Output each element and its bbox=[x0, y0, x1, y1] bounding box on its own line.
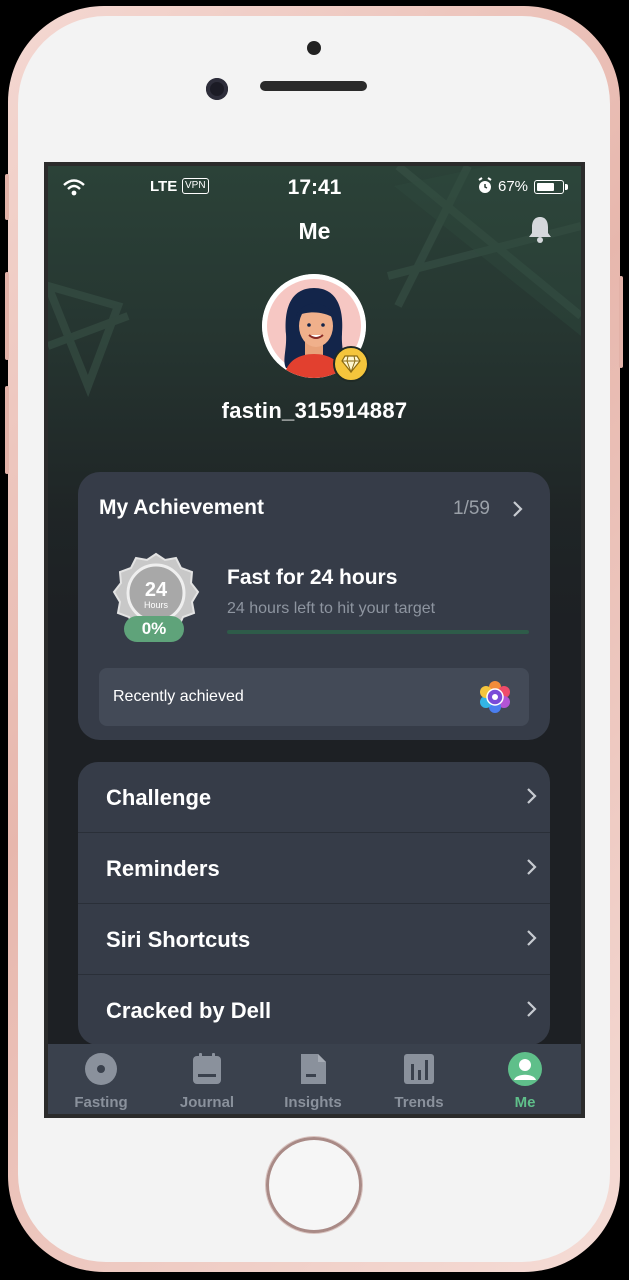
recently-achieved-row[interactable]: Recently achieved bbox=[99, 668, 529, 726]
medal-number: 24 bbox=[145, 579, 168, 601]
volume-down-button bbox=[5, 386, 9, 474]
settings-menu: Challenge Reminders Siri Shortcuts Crack… bbox=[78, 762, 550, 1045]
trends-icon bbox=[404, 1054, 434, 1084]
achievement-card[interactable]: My Achievement 1/59 24 Hours 0% Fast for… bbox=[78, 472, 550, 740]
me-icon bbox=[508, 1052, 542, 1086]
battery-percent: 67% bbox=[498, 178, 529, 195]
tab-label: Me bbox=[514, 1094, 536, 1111]
username: fastin_315914887 bbox=[221, 398, 408, 423]
volume-up-button bbox=[5, 272, 9, 360]
notification-bell-icon[interactable] bbox=[526, 214, 554, 244]
app-screen: LTE VPN 17:41 67% Me fastin_315914887 My… bbox=[44, 162, 585, 1118]
sensor bbox=[307, 41, 321, 55]
mute-switch bbox=[5, 174, 9, 220]
tab-label: Insights bbox=[284, 1094, 342, 1111]
medal-unit: Hours bbox=[144, 600, 169, 610]
chevron-right-icon bbox=[527, 788, 537, 804]
achievement-goal-title: Fast for 24 hours bbox=[227, 566, 398, 589]
page-title: Me bbox=[298, 218, 331, 244]
chevron-right-icon bbox=[527, 1001, 537, 1017]
recent-achievement-badge-icon bbox=[480, 681, 510, 713]
fasting-icon bbox=[85, 1053, 117, 1085]
menu-item-cracked-by-dell[interactable]: Cracked by Dell bbox=[78, 975, 550, 1045]
chevron-right-icon[interactable] bbox=[512, 500, 524, 518]
achievement-progress-bar bbox=[227, 630, 529, 634]
medal-percent: 0% bbox=[124, 616, 184, 642]
front-camera bbox=[206, 78, 228, 100]
achievement-medal: 24 Hours 0% bbox=[112, 550, 200, 650]
tab-insights[interactable]: Insights bbox=[260, 1044, 366, 1114]
recently-achieved-label: Recently achieved bbox=[113, 688, 244, 705]
achievement-title: My Achievement bbox=[99, 496, 264, 519]
chevron-right-icon bbox=[527, 930, 537, 946]
menu-item-label: Challenge bbox=[106, 785, 212, 810]
achievement-goal-subtitle: 24 hours left to hit your target bbox=[227, 600, 436, 617]
status-bar: LTE VPN 17:41 67% bbox=[48, 174, 581, 202]
tab-me[interactable]: Me bbox=[472, 1044, 578, 1114]
journal-icon bbox=[193, 1053, 221, 1084]
tab-bar: Fasting Journal Insights Trends Me bbox=[48, 1044, 581, 1114]
power-button bbox=[619, 276, 623, 368]
diamond-icon bbox=[341, 355, 361, 373]
alarm-icon bbox=[478, 177, 492, 193]
menu-item-label: Reminders bbox=[106, 856, 220, 881]
tab-label: Trends bbox=[394, 1094, 444, 1111]
battery-icon bbox=[534, 180, 568, 194]
tab-label: Fasting bbox=[74, 1094, 128, 1111]
menu-item-challenge[interactable]: Challenge bbox=[78, 762, 550, 833]
earpiece-speaker bbox=[260, 81, 367, 91]
menu-item-label: Siri Shortcuts bbox=[106, 927, 251, 952]
tab-journal[interactable]: Journal bbox=[154, 1044, 260, 1114]
tab-trends[interactable]: Trends bbox=[366, 1044, 472, 1114]
menu-item-label: Cracked by Dell bbox=[106, 998, 272, 1023]
menu-item-siri-shortcuts[interactable]: Siri Shortcuts bbox=[78, 904, 550, 975]
tab-label: Journal bbox=[179, 1094, 235, 1111]
achievement-count: 1/59 bbox=[453, 498, 490, 519]
home-button[interactable] bbox=[266, 1137, 362, 1233]
chevron-right-icon bbox=[527, 859, 537, 875]
premium-diamond-badge bbox=[333, 346, 369, 382]
insights-icon bbox=[301, 1054, 326, 1084]
menu-item-reminders[interactable]: Reminders bbox=[78, 833, 550, 904]
tab-fasting[interactable]: Fasting bbox=[48, 1044, 154, 1114]
